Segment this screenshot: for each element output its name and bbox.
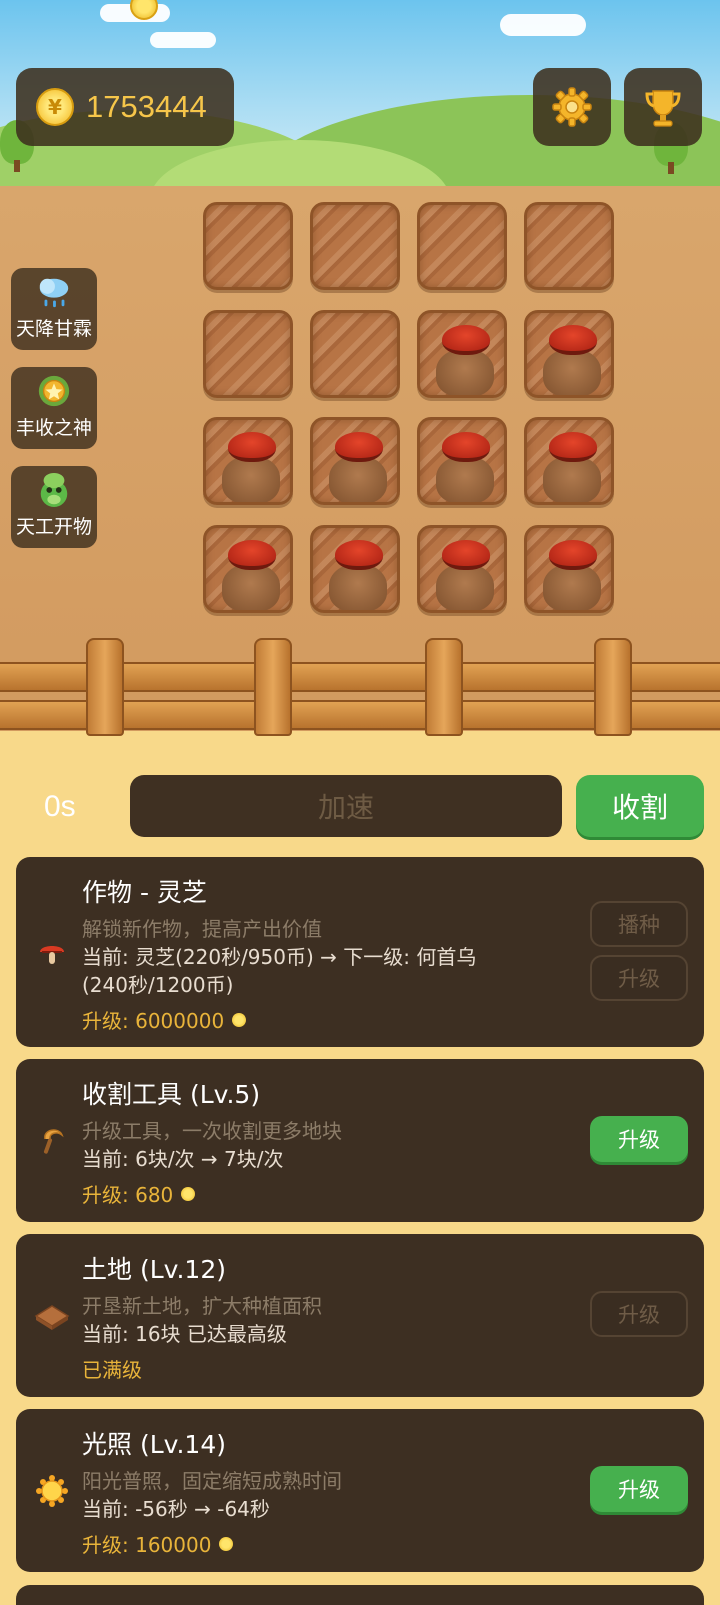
plot-grown-lingzhi[interactable]: [310, 417, 400, 505]
soil-sack-icon: [436, 348, 494, 395]
lingzhi-mushroom-icon: [549, 432, 597, 462]
card-cost-text: 升级: 680: [82, 1183, 174, 1207]
card-current: 当前: 灵芝(220秒/950币) → 下一级: 何首乌(240秒/1200币): [82, 945, 477, 997]
upgrade-button[interactable]: 升级: [590, 1466, 688, 1512]
card-title: 收割工具 (Lv.5): [82, 1080, 261, 1109]
soil-sack-icon: [222, 456, 280, 502]
card-cost: 升级: 160000: [82, 1529, 234, 1558]
plot-empty[interactable]: [203, 202, 293, 290]
lingzhi-mushroom-icon: [442, 324, 490, 355]
sow-button[interactable]: 播种: [590, 901, 688, 947]
soil-sack-icon: [543, 456, 601, 502]
lingzhi-mushroom-icon: [549, 539, 597, 570]
side-button-rain[interactable]: 天降甘霖: [11, 268, 97, 350]
card-current: 当前: 16块 已达最高级: [82, 1322, 287, 1346]
upgrade-button[interactable]: 升级: [590, 1291, 688, 1337]
card-current: 当前: 6块/次 → 7块/次: [82, 1147, 284, 1171]
soil-sack-icon: [436, 456, 494, 502]
lingzhi-mushroom-icon: [549, 324, 597, 355]
upgrade-card-sunlight: 光照 (Lv.14) 阳光普照，固定缩短成熟时间 当前: -56秒 → -64秒…: [16, 1409, 704, 1572]
trophy-button[interactable]: [624, 68, 702, 146]
lingzhi-mushroom-icon: [335, 432, 383, 462]
green-creature-icon: [36, 472, 72, 508]
soil-sack-icon: [436, 563, 494, 610]
plot-grown-lingzhi[interactable]: [417, 309, 507, 398]
plot-grown-lingzhi[interactable]: [524, 524, 614, 613]
plot-grown-lingzhi[interactable]: [310, 524, 400, 613]
upgrade-button[interactable]: 升级: [590, 955, 688, 1001]
sun-icon: [34, 1473, 70, 1509]
plot-empty[interactable]: [524, 202, 614, 290]
coin-icon: [232, 1012, 247, 1027]
card-title: 光照 (Lv.14): [82, 1430, 226, 1459]
lingzhi-mushroom-icon: [442, 539, 490, 570]
soil-sack-icon: [543, 563, 601, 610]
plot-grown-lingzhi[interactable]: [524, 417, 614, 505]
card-description: 开垦新土地，扩大种植面积: [82, 1294, 322, 1318]
plot-grown-lingzhi[interactable]: [417, 524, 507, 613]
fence-post: [425, 638, 463, 736]
coin-icon: [219, 1536, 234, 1551]
card-cost-text: 升级: 160000: [82, 1533, 212, 1557]
plot-empty[interactable]: [417, 202, 507, 290]
mushroom-icon: [34, 935, 70, 971]
card-cost: 升级: 6000000: [82, 1005, 247, 1034]
card-description: 阳光普照，固定缩短成熟时间: [82, 1469, 342, 1493]
soil-sack-icon: [543, 348, 601, 395]
plot-empty[interactable]: [310, 309, 400, 398]
card-title: 作物 - 灵芝: [82, 878, 207, 907]
cloud: [150, 32, 216, 48]
side-button-harvest-god[interactable]: 丰收之神: [11, 367, 97, 449]
coin-icon: [181, 1186, 196, 1201]
card-cost-text: 已满级: [82, 1358, 142, 1382]
growth-timer: 0s: [44, 790, 76, 823]
fence-post: [86, 638, 124, 736]
trophy-icon: [645, 90, 681, 127]
side-button-label: 天工开物: [15, 516, 92, 538]
card-current: 当前: -56秒 → -64秒: [82, 1497, 270, 1521]
card-cost: 已满级: [82, 1354, 142, 1383]
rain-cloud-icon: [36, 274, 72, 310]
sickle-icon: [34, 1123, 70, 1159]
settings-button[interactable]: [533, 68, 611, 146]
side-button-tiangong[interactable]: 天工开物: [11, 466, 97, 548]
upgrade-card-next: [16, 1585, 704, 1605]
fence-post: [594, 638, 632, 736]
side-button-label: 天降甘霖: [15, 318, 92, 340]
plot-grown-lingzhi[interactable]: [524, 309, 614, 398]
side-button-label: 丰收之神: [15, 417, 92, 439]
soil-sack-icon: [222, 563, 280, 610]
plot-grown-lingzhi[interactable]: [203, 524, 293, 613]
card-cost: 升级: 680: [82, 1179, 196, 1208]
fence-post: [254, 638, 292, 736]
lingzhi-mushroom-icon: [335, 539, 383, 570]
upgrade-card-harvest-tool: 收割工具 (Lv.5) 升级工具，一次收割更多地块 当前: 6块/次 → 7块/…: [16, 1059, 704, 1222]
plot-grown-lingzhi[interactable]: [203, 417, 293, 505]
soil-sack-icon: [329, 563, 387, 610]
cloud: [500, 14, 586, 36]
speed-up-button[interactable]: 加速: [130, 775, 562, 837]
upgrade-button[interactable]: 升级: [590, 1116, 688, 1162]
land-tile-icon: [34, 1298, 70, 1334]
soil-sack-icon: [329, 456, 387, 502]
upgrade-card-crop: 作物 - 灵芝 解锁新作物，提高产出价值 当前: 灵芝(220秒/950币) →…: [16, 857, 704, 1047]
harvest-medal-icon: [36, 373, 72, 409]
plot-empty[interactable]: [203, 309, 293, 398]
coin-icon: ¥: [36, 88, 74, 126]
card-description: 解锁新作物，提高产出价值: [82, 917, 322, 941]
plot-empty[interactable]: [310, 202, 400, 290]
lingzhi-mushroom-icon: [442, 432, 490, 462]
card-description: 升级工具，一次收割更多地块: [82, 1119, 342, 1143]
coin-value: 1753444: [86, 89, 207, 124]
coin-counter: ¥ 1753444: [16, 68, 234, 146]
plot-grown-lingzhi[interactable]: [417, 417, 507, 505]
lingzhi-mushroom-icon: [228, 432, 276, 462]
harvest-button[interactable]: 收割: [576, 775, 704, 837]
card-title: 土地 (Lv.12): [82, 1255, 226, 1284]
lingzhi-mushroom-icon: [228, 539, 276, 570]
card-cost-text: 升级: 6000000: [82, 1009, 225, 1033]
gear-icon: [552, 87, 592, 127]
upgrade-card-land: 土地 (Lv.12) 开垦新土地，扩大种植面积 当前: 16块 已达最高级 已满…: [16, 1234, 704, 1397]
